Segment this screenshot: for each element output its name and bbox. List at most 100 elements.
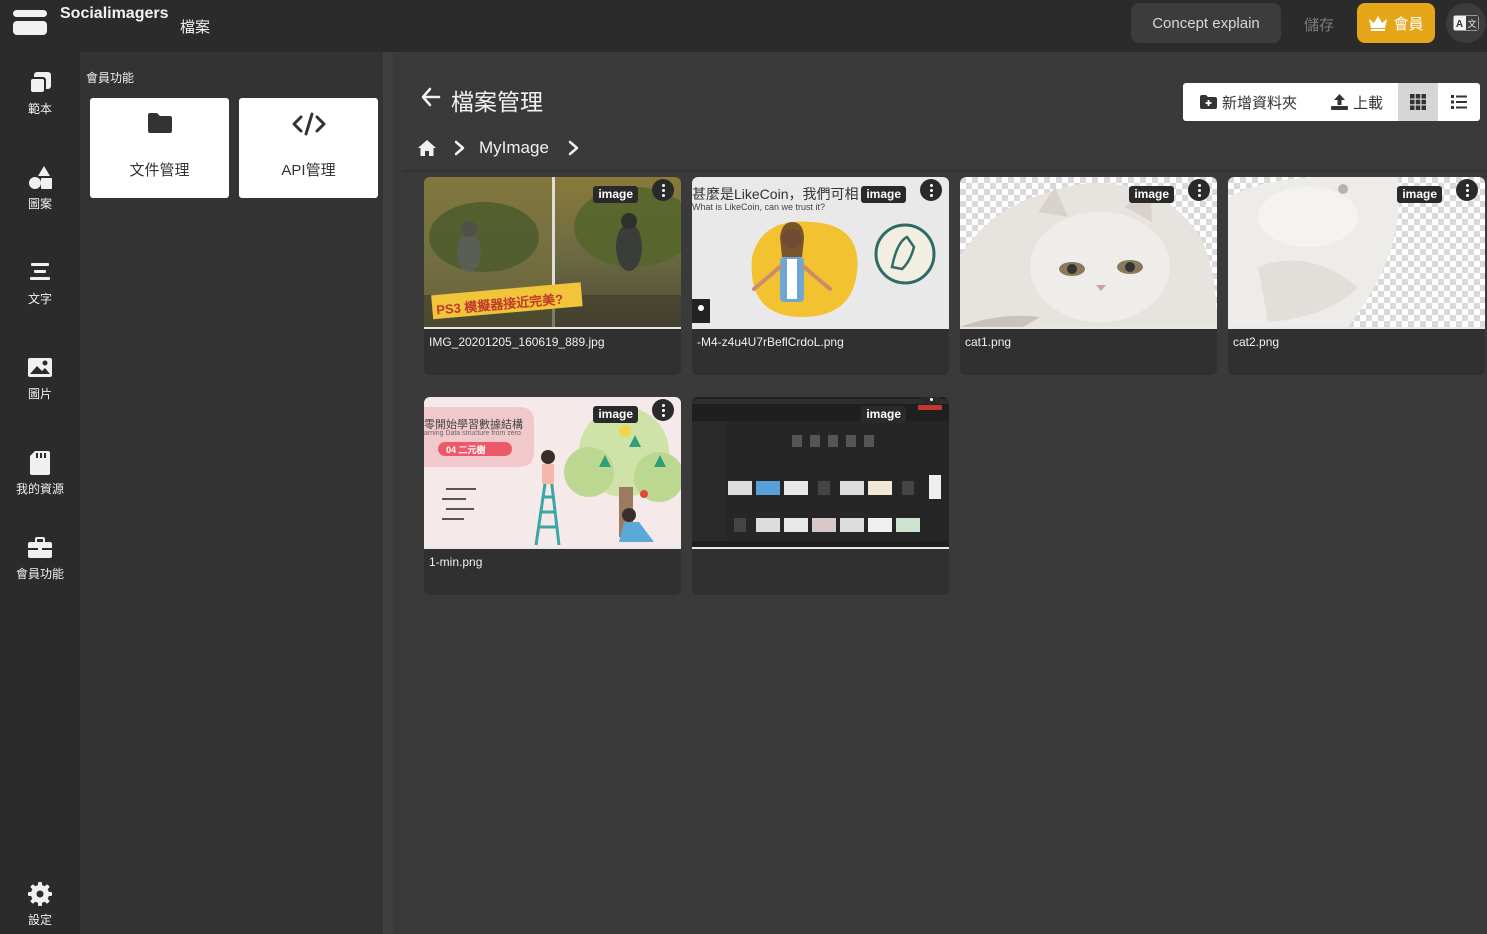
sidebar-item-label: 文字 [27,292,52,306]
panel-divider[interactable] [383,52,393,934]
api-management-card[interactable]: API管理 [239,98,378,198]
thumbnail-subcaption: What is LikeCoin, can we trust it? [692,202,826,212]
thumbnail-underline [1228,327,1485,329]
code-icon [292,112,325,136]
thumbnail-underline [424,327,681,329]
file-thumbnail[interactable]: PS3 模擬器接近完美? [424,177,681,329]
file-tile[interactable]: image cat1.png [960,177,1217,375]
more-options-icon[interactable] [652,399,674,421]
gear-icon [28,882,52,906]
thumbnail-underline [960,327,1217,329]
save-button[interactable]: 儲存 [1304,14,1334,35]
upload-button[interactable]: 上載 [1318,83,1398,121]
more-options-icon[interactable] [920,179,942,201]
thumbnail-underline [692,547,949,549]
new-folder-button[interactable]: 新增資料夾 [1183,83,1318,121]
file-manager: 檔案管理 新增資料夾 上載 MyImage PS3 模擬器接近完美? image… [393,52,1487,934]
folder-icon [147,113,172,133]
sidebar-item-label: 圖案 [27,197,52,211]
file-thumbnail[interactable] [1228,177,1485,329]
file-tile[interactable]: 甚麼是LikeCoin，我們可相 What is LikeCoin, can w… [692,177,949,375]
logo-icon[interactable] [13,8,47,36]
shapes-icon [29,166,52,189]
member-button[interactable]: 會員 [1357,3,1435,43]
member-button-label: 會員 [1393,15,1424,33]
new-folder-label: 新增資料夾 [1222,94,1298,112]
sidebar-item-label: 圖片 [27,387,52,401]
briefcase-icon [28,537,52,558]
svg-text:文: 文 [1467,18,1476,30]
chevron-right-icon [454,140,465,156]
breadcrumb-divider [403,170,1487,172]
svg-text:A: A [1456,19,1463,30]
file-thumbnail[interactable]: 零開始學習數據結構 arning Data structure from zer… [424,397,681,549]
sidebar-item-images[interactable]: 圖片 [0,355,80,402]
thumbnail-tag: 04 二元樹 [446,445,486,455]
file-menu[interactable]: 檔案 [180,16,210,37]
breadcrumb: MyImage [417,136,581,160]
file-toolbar: 新增資料夾 上載 [1183,83,1480,121]
panel-title: 會員功能 [86,71,135,85]
upload-icon [1331,94,1348,110]
grid-icon [1410,94,1426,110]
back-arrow-icon[interactable] [421,87,441,107]
file-tile[interactable]: image [692,397,949,595]
list-icon [1451,95,1467,109]
thumbnail-underline [424,547,681,549]
breadcrumb-folder[interactable]: MyImage [479,138,549,158]
card-label: 文件管理 [129,162,190,179]
file-type-badge: image [1129,186,1174,203]
upload-label: 上載 [1353,94,1384,112]
file-tile[interactable]: PS3 模擬器接近完美? image IMG_20201205_160619_8… [424,177,681,375]
sidebar-item-settings[interactable]: 設定 [0,881,80,928]
home-icon[interactable] [417,139,437,157]
sidebar-item-templates[interactable]: 範本 [0,70,80,117]
more-options-icon[interactable] [1188,179,1210,201]
top-bar: Socialimagers 檔案 Concept explain 儲存 會員 A… [0,0,1487,52]
text-icon [30,263,50,280]
sidebar-item-shapes[interactable]: 圖案 [0,165,80,212]
template-icon [29,72,51,94]
file-name: cat2.png [1233,335,1280,349]
more-options-icon[interactable] [1456,179,1478,201]
file-type-badge: image [861,186,906,203]
chevron-right-icon [568,140,579,156]
translate-icon: A 文 [1453,15,1479,31]
member-features-panel: 會員功能 文件管理 API管理 [80,52,383,934]
sidebar-item-label: 範本 [27,102,52,116]
language-button[interactable]: A 文 [1446,3,1486,43]
file-type-badge: image [861,406,906,423]
sidebar-item-label: 我的資源 [15,482,64,496]
crown-icon [1369,16,1388,31]
sd-card-icon [30,451,50,475]
file-management-card[interactable]: 文件管理 [90,98,229,198]
file-name: -M4-z4u4U7rBeflCrdoL.png [697,335,844,349]
file-thumbnail[interactable] [692,397,949,549]
file-type-badge: image [593,186,638,203]
file-type-badge: image [1397,186,1442,203]
more-options-icon[interactable] [652,179,674,201]
sidebar-item-my-resources[interactable]: 我的資源 [0,450,80,497]
brand-name: Socialimagers [60,5,169,22]
sidebar-item-text[interactable]: 文字 [0,260,80,307]
sidebar-item-label: 會員功能 [15,567,64,581]
file-name: cat1.png [965,335,1012,349]
file-thumbnail[interactable] [960,177,1217,329]
thumbnail-subcaption: arning Data structure from zero [424,430,521,437]
grid-view-button[interactable] [1398,83,1438,121]
file-tile[interactable]: image cat2.png [1228,177,1485,375]
file-thumbnail[interactable]: 甚麼是LikeCoin，我們可相 What is LikeCoin, can w… [692,177,949,329]
sidebar-item-member-features[interactable]: 會員功能 [0,535,80,582]
file-name: IMG_20201205_160619_889.jpg [429,335,605,349]
list-view-button[interactable] [1438,83,1480,121]
image-icon [28,358,52,377]
file-tile[interactable]: 零開始學習數據結構 arning Data structure from zer… [424,397,681,595]
concept-explain-button[interactable]: Concept explain [1131,3,1281,43]
thumbnail-underline [692,327,949,329]
file-type-badge: image [593,406,638,423]
thumbnail-caption: 甚麼是LikeCoin，我們可相 [692,186,859,202]
card-label: API管理 [281,162,336,179]
folder-plus-icon [1200,95,1217,109]
sidebar-item-label: 設定 [27,913,52,927]
left-sidebar: 範本 圖案 文字 圖片 我的資源 會員功能 設定 [0,52,80,934]
